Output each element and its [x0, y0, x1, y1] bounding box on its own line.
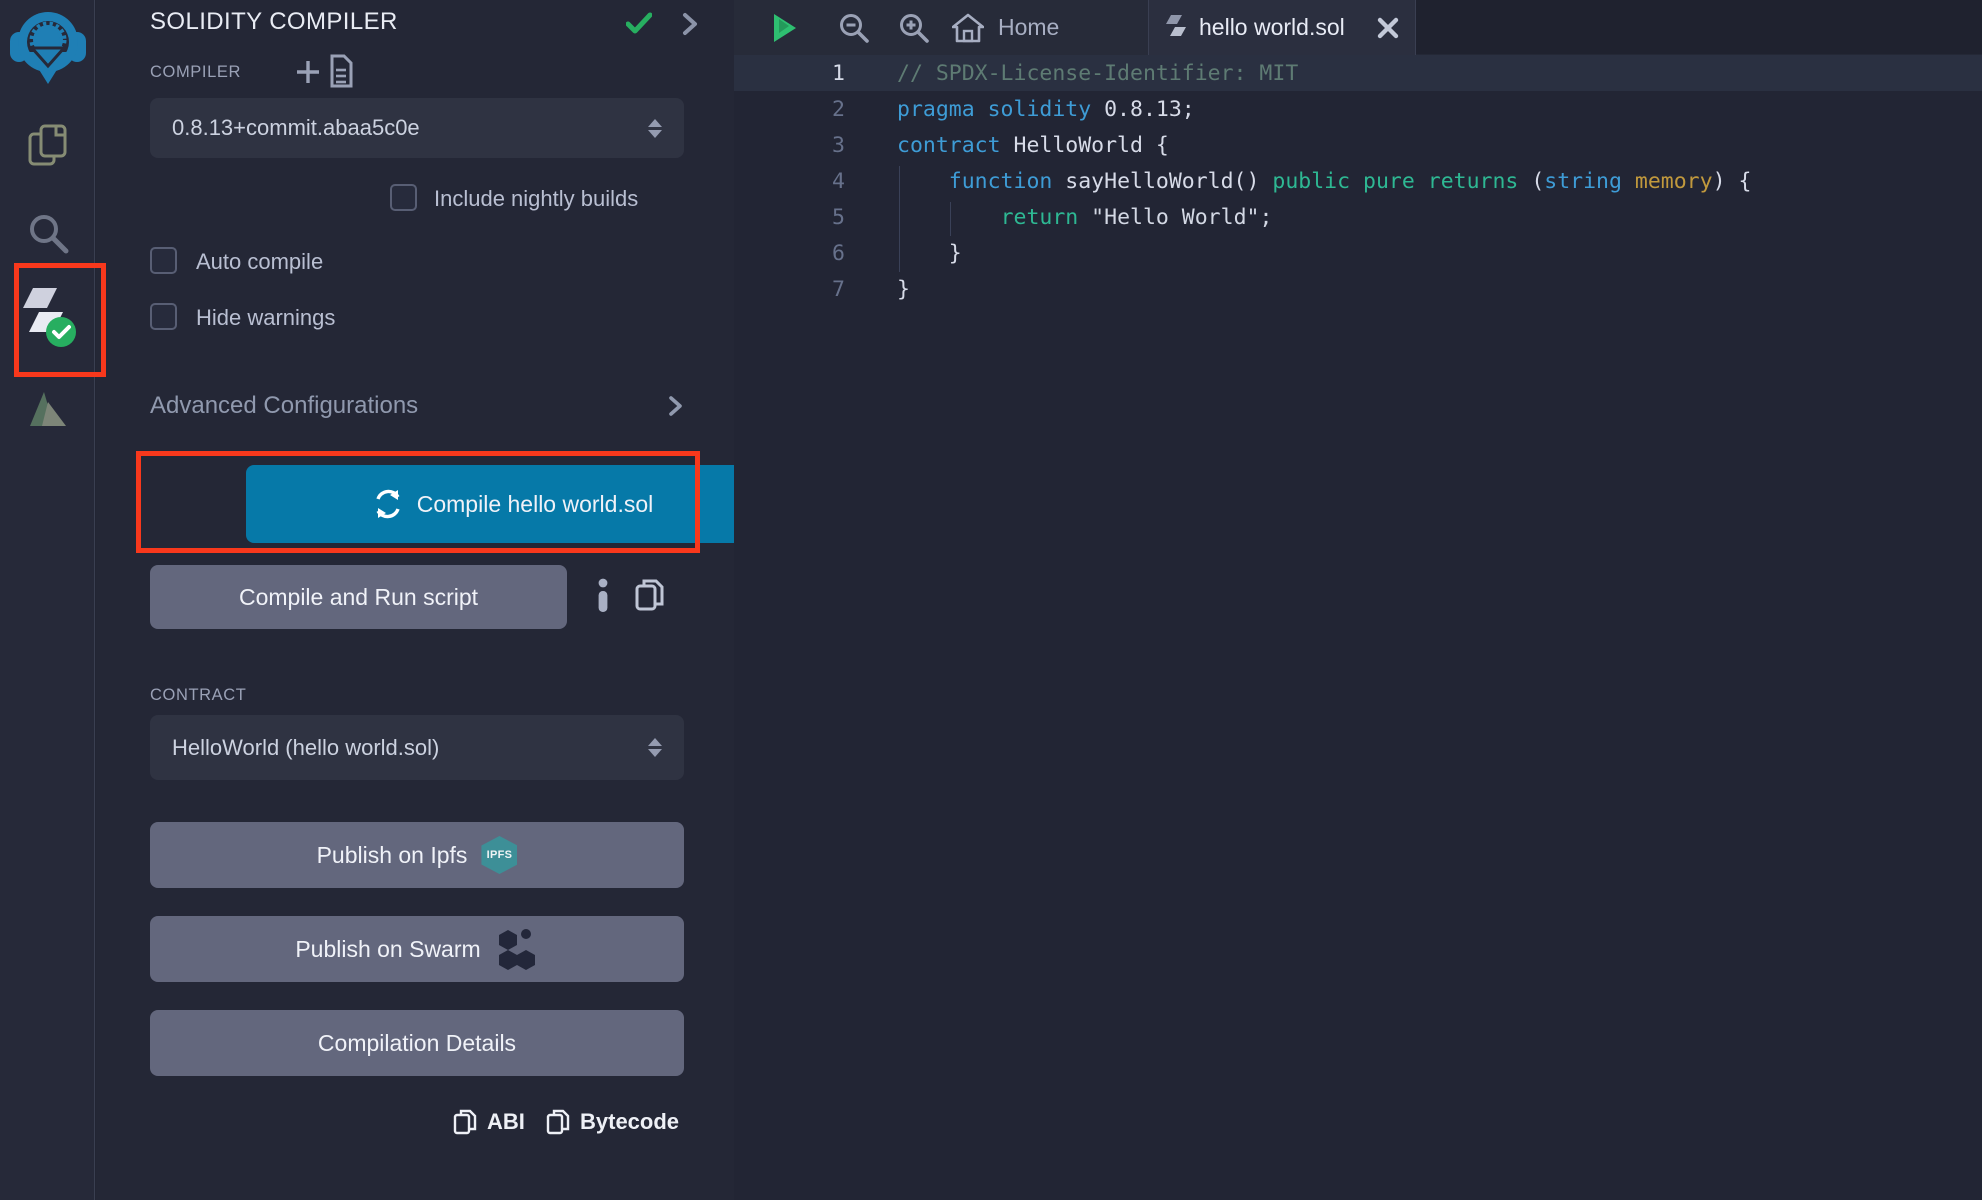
- hide-warnings-checkbox[interactable]: [150, 303, 177, 330]
- publish-swarm-label: Publish on Swarm: [295, 936, 480, 963]
- compiler-version-select[interactable]: 0.8.13+commit.abaa5c0e: [150, 98, 684, 158]
- compiler-doc-icon[interactable]: [328, 54, 354, 88]
- code-line[interactable]: 5 return "Hello World";: [734, 199, 1982, 235]
- tabbar-empty-space: [1416, 0, 1982, 55]
- add-compiler-icon[interactable]: [294, 58, 322, 86]
- active-tab-label: hello world.sol: [1199, 14, 1345, 41]
- line-number: 5: [734, 205, 845, 230]
- deploy-run-icon[interactable]: [0, 386, 95, 432]
- remix-logo: [0, 4, 95, 86]
- zoom-out-icon[interactable]: [838, 12, 870, 44]
- contract-section-label: CONTRACT: [150, 686, 246, 705]
- line-number: 3: [734, 133, 845, 158]
- code-line[interactable]: 2pragma solidity 0.8.13;: [734, 91, 1982, 127]
- compile-button-label: Compile hello world.sol: [417, 491, 654, 518]
- code-text: contract HelloWorld {: [845, 133, 1169, 158]
- info-icon[interactable]: [596, 578, 610, 612]
- auto-compile-label: Auto compile: [196, 249, 323, 275]
- search-icon[interactable]: [0, 210, 95, 256]
- tab-home[interactable]: Home: [952, 0, 1059, 55]
- code-line[interactable]: 3contract HelloWorld {: [734, 127, 1982, 163]
- compile-and-run-button[interactable]: Compile and Run script: [150, 565, 567, 629]
- advanced-configurations-toggle[interactable]: Advanced Configurations: [150, 392, 418, 420]
- panel-chevron-right-icon[interactable]: [682, 12, 698, 36]
- line-number: 6: [734, 241, 845, 266]
- tab-hello-world-sol[interactable]: hello world.sol: [1148, 0, 1416, 55]
- line-number: 1: [734, 61, 845, 86]
- code-line[interactable]: 6 }: [734, 235, 1982, 271]
- select-carets-icon: [648, 738, 662, 757]
- code-line[interactable]: 4 function sayHelloWorld() public pure r…: [734, 163, 1982, 199]
- bytecode-label: Bytecode: [580, 1109, 679, 1135]
- code-line[interactable]: 1// SPDX-License-Identifier: MIT: [734, 55, 1982, 91]
- hide-warnings-label: Hide warnings: [196, 305, 335, 331]
- compile-and-run-label: Compile and Run script: [239, 584, 478, 611]
- code-text: function sayHelloWorld() public pure ret…: [845, 169, 1751, 194]
- editor-topbar: Home hello world.sol: [734, 0, 1982, 55]
- compiler-version-value: 0.8.13+commit.abaa5c0e: [172, 115, 648, 141]
- solidity-compiler-icon[interactable]: [0, 286, 95, 348]
- nightly-builds-label: Include nightly builds: [434, 186, 638, 212]
- sync-icon: [373, 489, 403, 519]
- line-number: 7: [734, 277, 845, 302]
- file-explorer-icon[interactable]: [0, 122, 95, 168]
- copy-run-script-icon[interactable]: [634, 577, 666, 613]
- contract-select[interactable]: HelloWorld (hello world.sol): [150, 715, 684, 780]
- code-text: }: [845, 241, 962, 266]
- solidity-compiler-panel: SOLIDITY COMPILER COMPILER 0.8.13+commit…: [96, 0, 734, 1200]
- code-text: // SPDX-License-Identifier: MIT: [845, 61, 1298, 86]
- code-lines: 1// SPDX-License-Identifier: MIT2pragma …: [734, 55, 1982, 307]
- editor: Home hello world.sol 1// SPDX-License-Id…: [734, 0, 1982, 1200]
- advanced-chevron-right-icon[interactable]: [668, 395, 683, 417]
- solidity-file-icon: [1165, 14, 1187, 42]
- code-editor[interactable]: 1// SPDX-License-Identifier: MIT2pragma …: [734, 55, 1982, 1200]
- compile-success-check-icon: [626, 12, 652, 34]
- publish-ipfs-label: Publish on Ipfs: [317, 842, 468, 869]
- code-text: pragma solidity 0.8.13;: [845, 97, 1195, 122]
- line-number: 2: [734, 97, 845, 122]
- nightly-builds-checkbox[interactable]: [390, 184, 417, 211]
- contract-select-value: HelloWorld (hello world.sol): [172, 735, 648, 761]
- compilation-details-button[interactable]: Compilation Details: [150, 1010, 684, 1076]
- icon-sidebar: [0, 0, 95, 1200]
- swarm-icon: [495, 926, 539, 972]
- code-text: return "Hello World";: [845, 205, 1272, 230]
- compiler-section-label: COMPILER: [150, 63, 241, 82]
- bytecode-copy-link[interactable]: Bytecode: [546, 1108, 679, 1136]
- copy-abi-icon: [453, 1108, 477, 1136]
- close-tab-icon[interactable]: [1377, 17, 1399, 39]
- run-script-play-icon[interactable]: [772, 12, 798, 44]
- indent-guide: [899, 166, 900, 272]
- line-number: 4: [734, 169, 845, 194]
- home-tab-label: Home: [998, 14, 1059, 41]
- publish-ipfs-button[interactable]: Publish on Ipfs IPFS: [150, 822, 684, 888]
- ipfs-badge-icon: IPFS: [481, 836, 517, 874]
- auto-compile-checkbox[interactable]: [150, 247, 177, 274]
- copy-bytecode-icon: [546, 1108, 570, 1136]
- home-icon: [952, 12, 984, 44]
- abi-copy-link[interactable]: ABI: [453, 1108, 525, 1136]
- indent-guide: [950, 202, 951, 236]
- publish-swarm-button[interactable]: Publish on Swarm: [150, 916, 684, 982]
- code-line[interactable]: 7}: [734, 271, 1982, 307]
- compilation-details-label: Compilation Details: [318, 1030, 516, 1057]
- compile-button[interactable]: Compile hello world.sol: [246, 465, 780, 543]
- code-text: }: [845, 277, 910, 302]
- select-carets-icon: [648, 119, 662, 138]
- panel-title: SOLIDITY COMPILER: [150, 8, 398, 36]
- zoom-in-icon[interactable]: [898, 12, 930, 44]
- abi-label: ABI: [487, 1109, 525, 1135]
